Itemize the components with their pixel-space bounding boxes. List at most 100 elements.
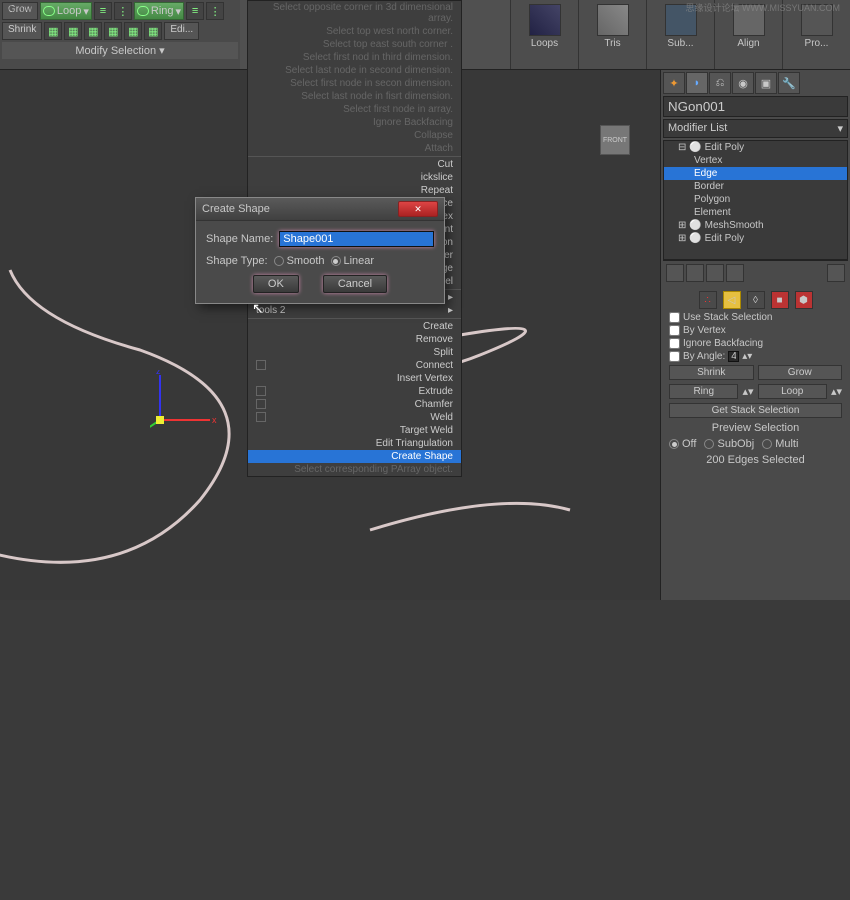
watermark-left: WW: [4, 1, 34, 17]
ring-dot-icon[interactable]: ⋮: [206, 2, 224, 20]
shrink-sel-button[interactable]: Shrink: [669, 365, 754, 380]
ctx-edit-tri[interactable]: Edit Triangulation: [248, 437, 461, 450]
stack-meshsmooth[interactable]: ⊞ ⚪MeshSmooth: [664, 219, 847, 232]
element-subobj-icon[interactable]: ⬢: [795, 291, 813, 309]
border-subobj-icon[interactable]: ◊: [747, 291, 765, 309]
cancel-button[interactable]: Cancel: [323, 275, 387, 293]
svg-text:x: x: [212, 415, 217, 425]
edit-button[interactable]: Edi...: [164, 22, 199, 40]
selection-status: 200 Edges Selected: [706, 454, 804, 466]
shape-name-label: Shape Name:: [206, 233, 273, 245]
loop-button[interactable]: Loop▾: [40, 2, 92, 20]
stack-edit-poly[interactable]: ⊟ ⚪Edit Poly: [664, 141, 847, 154]
ok-button[interactable]: OK: [253, 275, 299, 293]
tris-tool[interactable]: Tris: [578, 0, 646, 69]
motion-tab[interactable]: ◉: [732, 72, 754, 94]
dialog-title: Create Shape: [202, 203, 270, 215]
edge-subobj-icon[interactable]: ◁: [723, 291, 741, 309]
ctx-repeat[interactable]: Repeat: [248, 184, 461, 197]
dialog-titlebar[interactable]: Create Shape ✕: [196, 198, 444, 221]
ring-button[interactable]: Ring▾: [134, 2, 184, 20]
stack-border[interactable]: Border: [664, 180, 847, 193]
modifier-list-dropdown[interactable]: Modifier List▾: [663, 119, 848, 138]
grow-sel-button[interactable]: Grow: [758, 365, 843, 380]
stack-edge[interactable]: Edge: [664, 167, 847, 180]
svg-text:z: z: [156, 370, 161, 376]
preview-off-radio[interactable]: Off: [669, 438, 696, 450]
linear-radio[interactable]: Linear: [331, 255, 375, 267]
ctx-extrude[interactable]: Extrude: [248, 385, 461, 398]
stack-toolbar: [663, 260, 848, 285]
loop-spinner-icon[interactable]: ▴▾: [831, 385, 842, 398]
display-tab[interactable]: ▣: [755, 72, 777, 94]
ctx-create[interactable]: Create: [248, 320, 461, 333]
close-button[interactable]: ✕: [398, 201, 438, 217]
ctx-greyed-group: Select opposite corner in 3d dimensional…: [248, 1, 461, 155]
ring-icon: [137, 6, 149, 16]
create-shape-dialog: Create Shape ✕ Shape Name: Shape Type: S…: [195, 197, 445, 304]
sel-icon-4[interactable]: ▦: [104, 22, 122, 40]
get-stack-button[interactable]: Get Stack Selection: [669, 403, 842, 418]
vertex-subobj-icon[interactable]: ∴: [699, 291, 717, 309]
viewcube[interactable]: FRONT: [600, 125, 630, 155]
modify-tab[interactable]: ◗: [686, 72, 708, 94]
by-angle-checkbox[interactable]: [669, 351, 680, 362]
ring-add-icon[interactable]: ≡: [186, 2, 204, 20]
sel-icon-2[interactable]: ▦: [64, 22, 82, 40]
sel-icon-5[interactable]: ▦: [124, 22, 142, 40]
utilities-tab[interactable]: 🔧: [778, 72, 800, 94]
stack-vertex[interactable]: Vertex: [664, 154, 847, 167]
pin-stack-icon[interactable]: [666, 264, 684, 282]
radio-icon: [331, 256, 341, 266]
spinner-arrows-icon[interactable]: ▴▾: [742, 351, 752, 362]
shape-name-input[interactable]: [279, 231, 434, 247]
sel-icon-3[interactable]: ▦: [84, 22, 102, 40]
show-result-icon[interactable]: [686, 264, 704, 282]
stack-edit-poly-2[interactable]: ⊞ ⚪Edit Poly: [664, 232, 847, 245]
stack-polygon[interactable]: Polygon: [664, 193, 847, 206]
loops-tool[interactable]: Loops: [510, 0, 578, 69]
loop-add-icon[interactable]: ≡: [94, 2, 112, 20]
polygon-subobj-icon[interactable]: ■: [771, 291, 789, 309]
sel-icon-1[interactable]: ▦: [44, 22, 62, 40]
ring-spinner-icon[interactable]: ▴▾: [742, 385, 753, 398]
configure-icon[interactable]: [827, 264, 845, 282]
shrink-button[interactable]: Shrink: [2, 22, 42, 40]
loop-dot-icon[interactable]: ⋮: [114, 2, 132, 20]
by-vertex-checkbox[interactable]: By Vertex: [663, 324, 848, 337]
ctx-remove[interactable]: Remove: [248, 333, 461, 346]
angle-spinner[interactable]: [728, 351, 739, 362]
stack-element[interactable]: Element: [664, 206, 847, 219]
ctx-cut[interactable]: Cut: [248, 158, 461, 171]
preview-multi-radio[interactable]: Multi: [762, 438, 798, 450]
modifier-stack[interactable]: ⊟ ⚪Edit Poly Vertex Edge Border Polygon …: [663, 140, 848, 260]
ctx-weld[interactable]: Weld: [248, 411, 461, 424]
ignore-backfacing-checkbox[interactable]: Ignore Backfacing: [663, 337, 848, 350]
shape-type-label: Shape Type:: [206, 255, 268, 267]
sel-icon-6[interactable]: ▦: [144, 22, 162, 40]
make-unique-icon[interactable]: [706, 264, 724, 282]
smooth-radio[interactable]: Smooth: [274, 255, 325, 267]
ctx-chamfer[interactable]: Chamfer: [248, 398, 461, 411]
preview-label: Preview Selection: [712, 422, 799, 434]
object-name-input[interactable]: [663, 96, 848, 117]
ctx-create-shape[interactable]: Create Shape: [248, 450, 461, 463]
ctx-split[interactable]: Split: [248, 346, 461, 359]
ctx-insert-vertex[interactable]: Insert Vertex: [248, 372, 461, 385]
tris-icon: [597, 4, 629, 36]
modify-selection-dropdown[interactable]: Modify Selection▾: [2, 42, 238, 59]
loop-sel-button[interactable]: Loop: [758, 384, 827, 399]
mouse-cursor: ↖: [252, 300, 264, 317]
watermark-right: 思缘设计论坛 WWW.MISSYUAN.COM: [686, 1, 841, 14]
ctx-target-weld[interactable]: Target Weld: [248, 424, 461, 437]
ctx-quickslice[interactable]: ickslice: [248, 171, 461, 184]
ctx-connect[interactable]: Connect: [248, 359, 461, 372]
preview-subobj-radio[interactable]: SubObj: [704, 438, 754, 450]
loop-icon: [43, 6, 55, 16]
remove-mod-icon[interactable]: [726, 264, 744, 282]
ctx-tools2[interactable]: tools 2▸: [248, 304, 461, 317]
hierarchy-tab[interactable]: ⎌: [709, 72, 731, 94]
ring-sel-button[interactable]: Ring: [669, 384, 738, 399]
create-tab[interactable]: ✦: [663, 72, 685, 94]
use-stack-checkbox[interactable]: Use Stack Selection: [663, 311, 848, 324]
